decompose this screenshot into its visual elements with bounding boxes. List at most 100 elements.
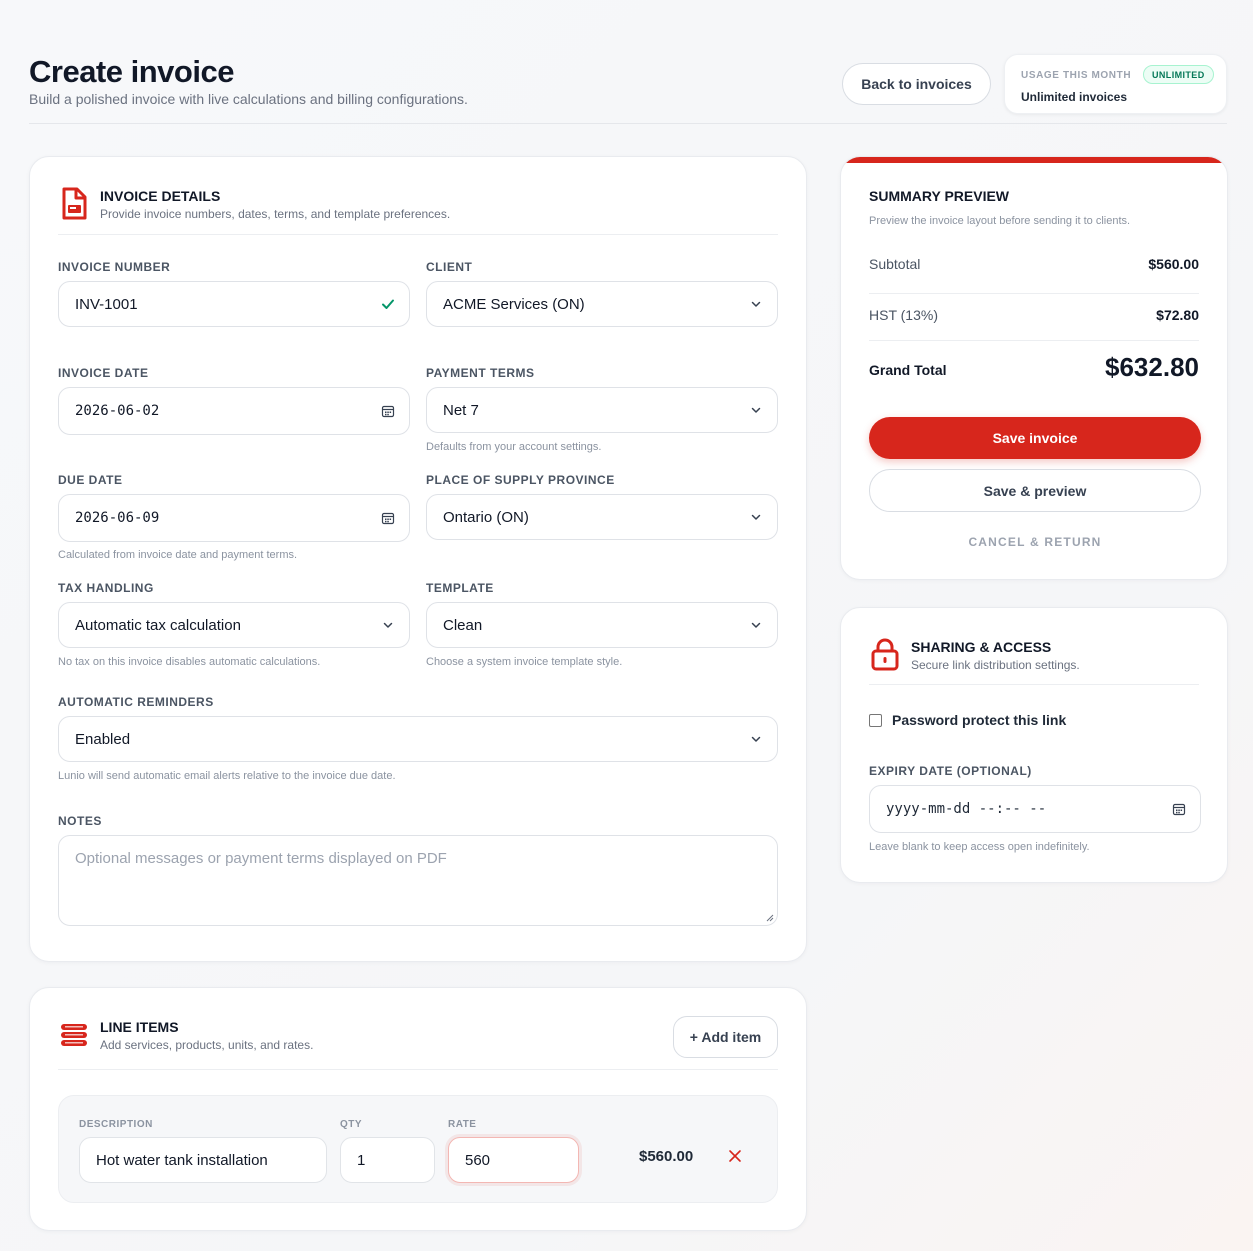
tax-handling-select[interactable]: Automatic tax calculation — [58, 602, 410, 648]
calendar-icon[interactable] — [381, 511, 395, 525]
due-date-value: 2026-06-09 — [75, 510, 160, 526]
template-select[interactable]: Clean — [426, 602, 778, 648]
client-value: ACME Services (ON) — [443, 295, 585, 313]
page-subtitle: Build a polished invoice with live calcu… — [29, 91, 468, 107]
tax-handling-label: TAX HANDLING — [58, 581, 154, 595]
summary-description: Preview the invoice layout before sendin… — [869, 215, 1131, 227]
chevron-down-icon — [751, 514, 761, 520]
tax-handling-help: No tax on this invoice disables automati… — [58, 656, 321, 668]
payment-terms-select[interactable]: Net 7 — [426, 387, 778, 433]
invoice-date-label: INVOICE DATE — [58, 366, 149, 380]
page-title: Create invoice — [29, 54, 234, 89]
expiry-help: Leave blank to keep access open indefini… — [869, 841, 1090, 853]
summary-accent-bar — [841, 157, 1227, 163]
payment-terms-help: Defaults from your account settings. — [426, 441, 602, 453]
qty-column-label: QTY — [340, 1119, 363, 1130]
due-date-label: DUE DATE — [58, 473, 123, 487]
subtotal-value: $560.00 — [1148, 256, 1199, 272]
item-rate-input[interactable]: 560 — [448, 1137, 579, 1183]
chevron-down-icon — [383, 622, 393, 628]
due-date-help: Calculated from invoice date and payment… — [58, 549, 298, 561]
summary-title: SUMMARY PREVIEW — [869, 188, 1010, 204]
check-icon — [382, 299, 394, 309]
sharing-description: Secure link distribution settings. — [911, 658, 1080, 672]
notes-textarea[interactable]: Optional messages or payment terms displ… — [58, 835, 778, 926]
chevron-down-icon — [751, 736, 761, 742]
reminders-help: Lunio will send automatic email alerts r… — [58, 770, 396, 782]
payment-terms-value: Net 7 — [443, 401, 479, 419]
invoice-details-header: INVOICE DETAILS Provide invoice numbers,… — [58, 185, 778, 235]
password-protect-checkbox[interactable] — [869, 714, 882, 727]
summary-divider — [869, 340, 1199, 341]
line-items-description: Add services, products, units, and rates… — [100, 1038, 314, 1052]
line-item-row: DESCRIPTION QTY RATE Hot water tank inst… — [58, 1095, 778, 1203]
invoice-date-value: 2026-06-02 — [75, 403, 160, 419]
grand-total-label: Grand Total — [869, 362, 947, 378]
page-header: Create invoice Build a polished invoice … — [29, 54, 1227, 124]
add-item-button[interactable]: + Add item — [673, 1016, 778, 1058]
chevron-down-icon — [751, 622, 761, 628]
notes-placeholder: Optional messages or payment terms displ… — [75, 850, 447, 867]
sharing-title: SHARING & ACCESS — [911, 639, 1052, 655]
client-select[interactable]: ACME Services (ON) — [426, 281, 778, 327]
resize-grip-icon[interactable] — [766, 914, 774, 922]
template-help: Choose a system invoice template style. — [426, 656, 623, 668]
subtotal-label: Subtotal — [869, 256, 921, 272]
calendar-icon[interactable] — [381, 404, 395, 418]
stack-icon — [61, 1024, 87, 1046]
line-items-title: LINE ITEMS — [100, 1019, 179, 1035]
line-items-card: LINE ITEMS Add services, products, units… — [29, 987, 807, 1231]
reminders-value: Enabled — [75, 730, 131, 748]
password-protect-label[interactable]: Password protect this link — [892, 712, 1066, 728]
document-icon — [62, 187, 87, 220]
summary-divider — [869, 293, 1199, 294]
back-to-invoices-button[interactable]: Back to invoices — [842, 63, 991, 105]
usage-badge: UNLIMITED — [1143, 65, 1214, 84]
chevron-down-icon — [751, 407, 761, 413]
close-icon[interactable] — [727, 1148, 743, 1164]
grand-total-value: $632.80 — [1105, 352, 1199, 382]
save-preview-button[interactable]: Save & preview — [869, 469, 1201, 512]
lock-icon — [871, 638, 899, 671]
payment-terms-label: PAYMENT TERMS — [426, 366, 535, 380]
save-invoice-button[interactable]: Save invoice — [869, 417, 1201, 459]
sharing-card: SHARING & ACCESS Secure link distributio… — [840, 607, 1228, 883]
tax-handling-value: Automatic tax calculation — [75, 616, 241, 634]
template-label: TEMPLATE — [426, 581, 494, 595]
line-items-header: LINE ITEMS Add services, products, units… — [58, 1016, 778, 1070]
expiry-label: EXPIRY DATE (OPTIONAL) — [869, 764, 1032, 778]
invoice-number-label: INVOICE NUMBER — [58, 260, 171, 274]
invoice-number-input[interactable]: INV-1001 — [58, 281, 410, 327]
invoice-details-title: INVOICE DETAILS — [100, 188, 221, 204]
usage-card: USAGE THIS MONTH UNLIMITED Unlimited inv… — [1004, 54, 1227, 114]
due-date-input[interactable]: 2026-06-09 — [58, 494, 410, 542]
invoice-details-card: INVOICE DETAILS Provide invoice numbers,… — [29, 156, 807, 962]
client-label: CLIENT — [426, 260, 473, 274]
rate-column-label: RATE — [448, 1119, 477, 1130]
cancel-return-link[interactable]: CANCEL & RETURN — [869, 535, 1201, 549]
template-value: Clean — [443, 616, 483, 634]
province-select[interactable]: Ontario (ON) — [426, 494, 778, 540]
invoice-date-input[interactable]: 2026-06-02 — [58, 387, 410, 435]
province-value: Ontario (ON) — [443, 508, 529, 526]
province-label: PLACE OF SUPPLY PROVINCE — [426, 473, 615, 487]
tax-value: $72.80 — [1156, 307, 1199, 323]
usage-label: USAGE THIS MONTH — [1021, 70, 1132, 81]
calendar-icon[interactable] — [1172, 802, 1186, 816]
item-description-input[interactable]: Hot water tank installation — [79, 1137, 327, 1183]
invoice-details-description: Provide invoice numbers, dates, terms, a… — [100, 207, 451, 221]
expiry-placeholder: yyyy-mm-dd --:-- -- — [886, 801, 1047, 817]
sharing-header: SHARING & ACCESS Secure link distributio… — [869, 636, 1199, 685]
description-column-label: DESCRIPTION — [79, 1119, 153, 1130]
item-amount: $560.00 — [639, 1148, 694, 1165]
invoice-number-value: INV-1001 — [75, 295, 138, 313]
item-qty-input[interactable]: 1 — [340, 1137, 435, 1183]
tax-label: HST (13%) — [869, 307, 938, 323]
notes-label: NOTES — [58, 814, 102, 828]
summary-card: SUMMARY PREVIEW Preview the invoice layo… — [840, 156, 1228, 580]
chevron-down-icon — [751, 301, 761, 307]
usage-value: Unlimited invoices — [1021, 90, 1128, 104]
reminders-select[interactable]: Enabled — [58, 716, 778, 762]
reminders-label: AUTOMATIC REMINDERS — [58, 695, 214, 709]
expiry-date-input[interactable]: yyyy-mm-dd --:-- -- — [869, 785, 1201, 833]
